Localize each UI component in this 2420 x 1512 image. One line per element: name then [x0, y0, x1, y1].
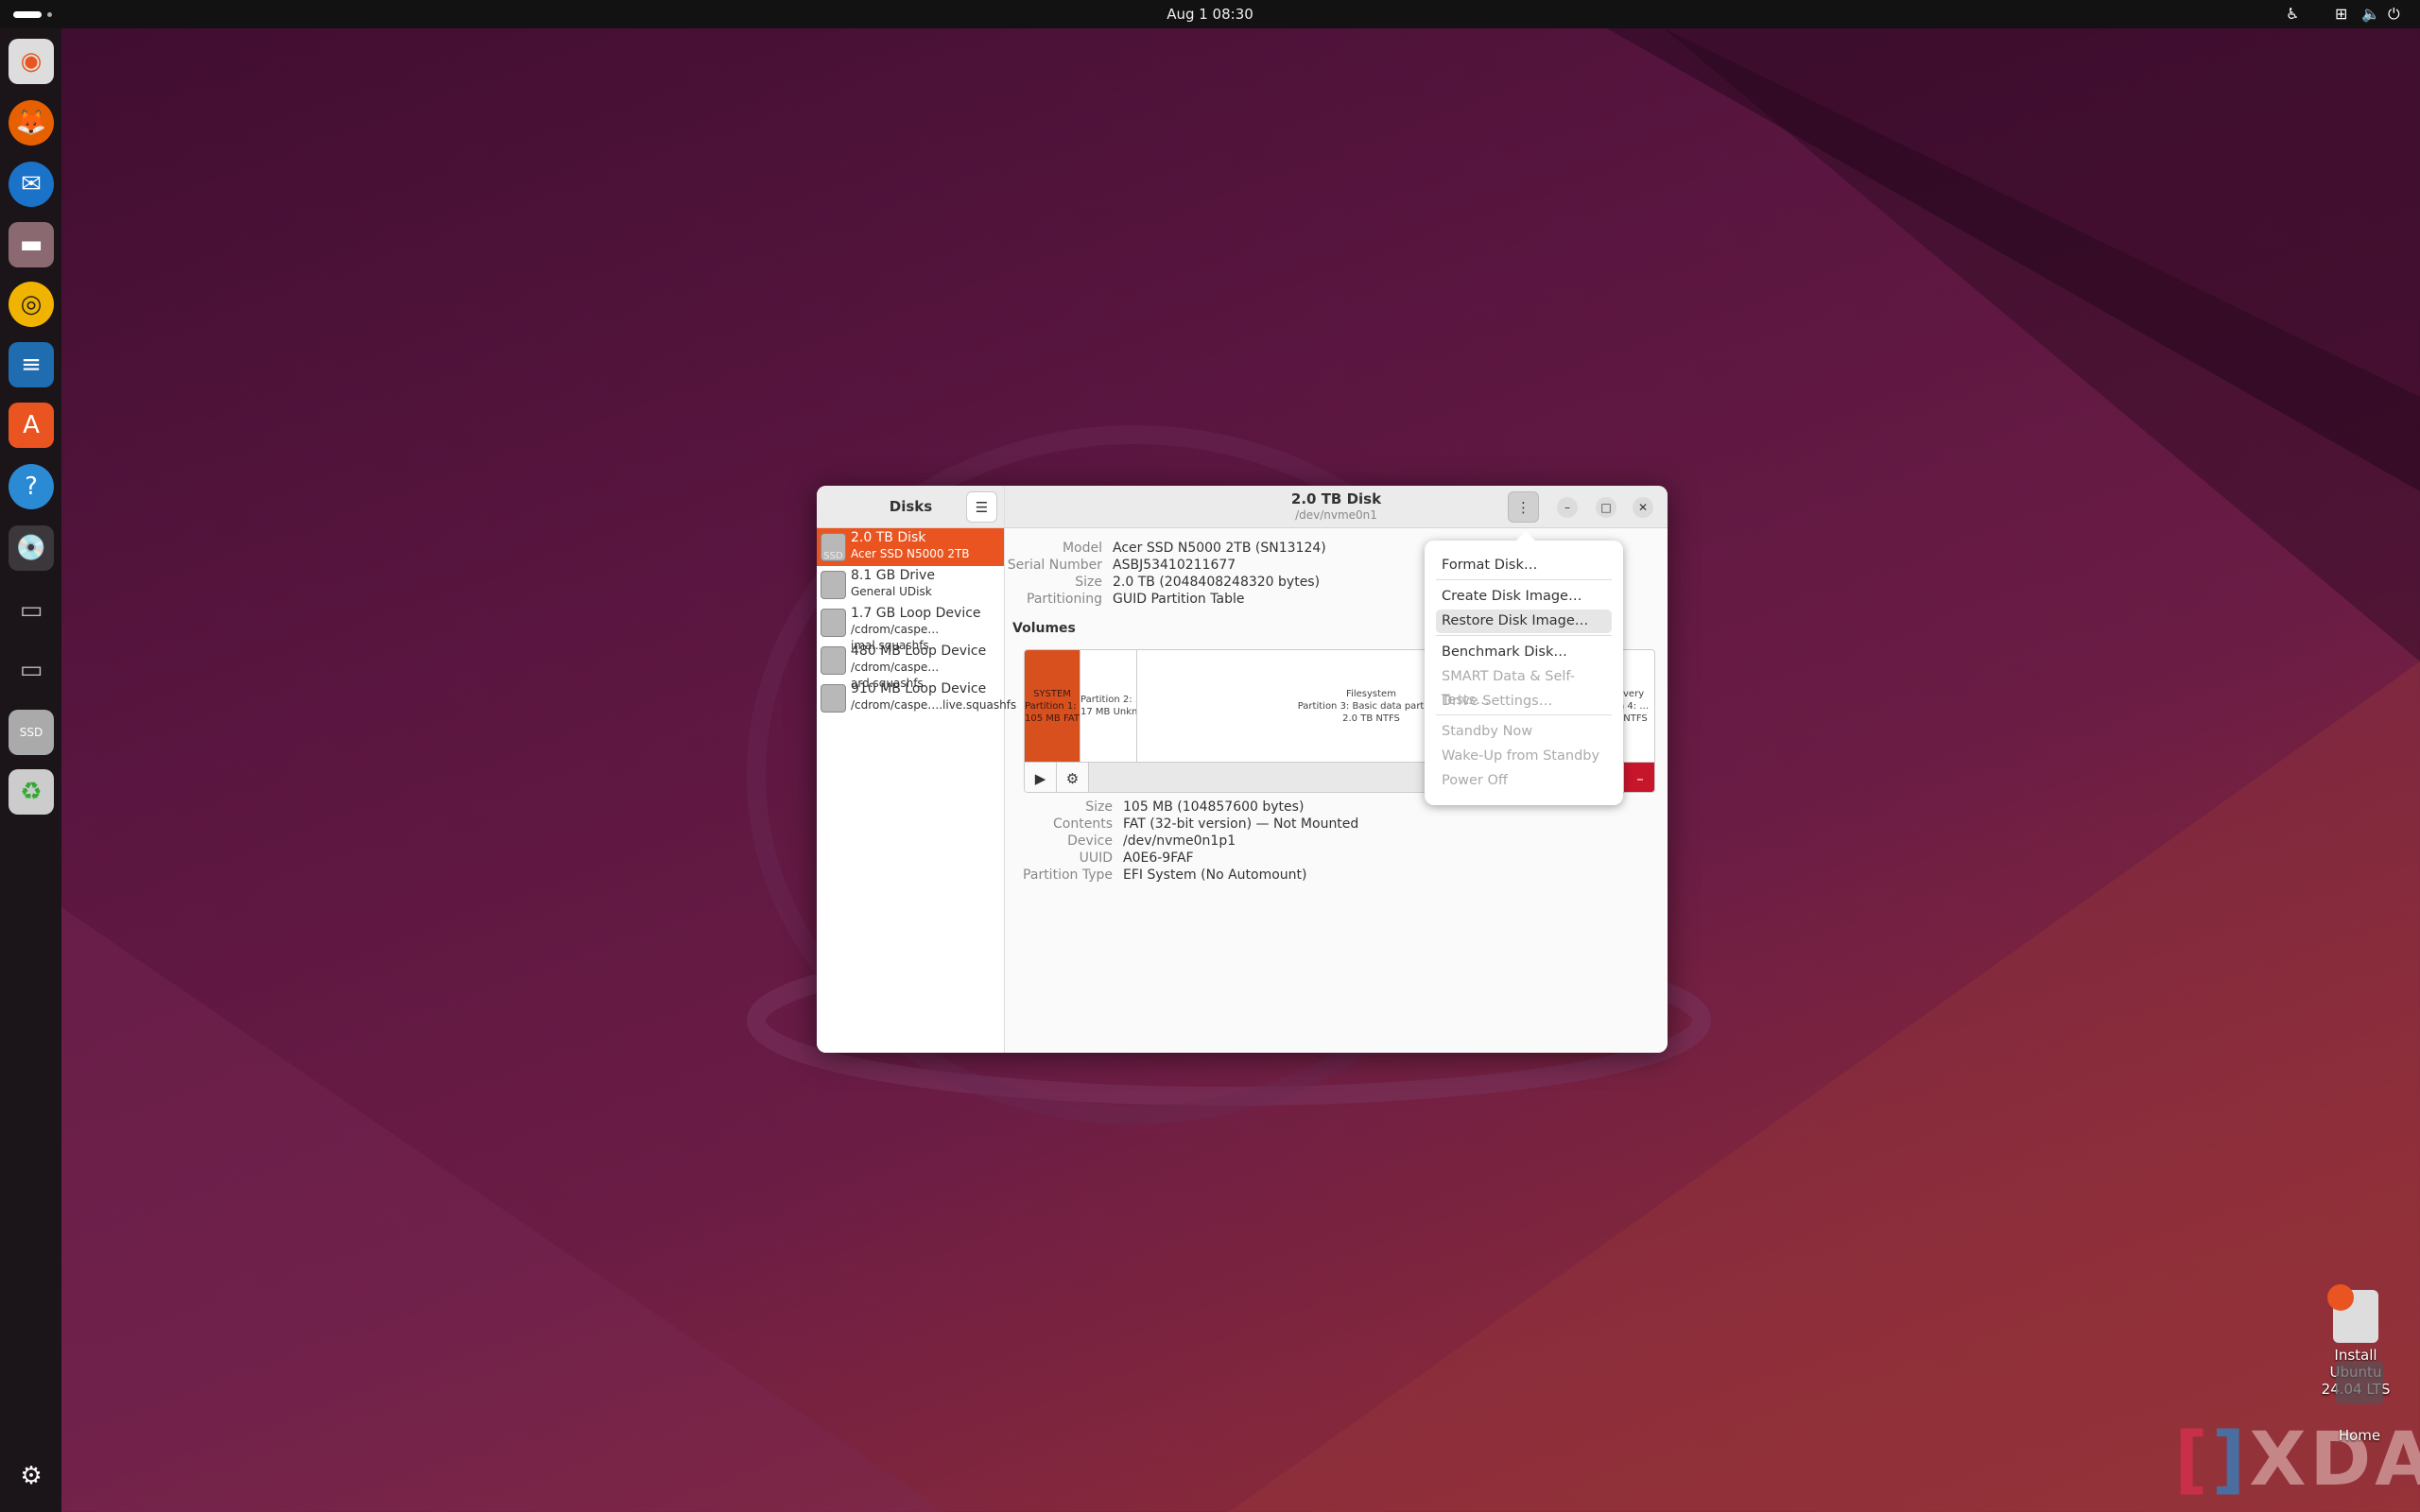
sidebar-header: Disks ☰ [817, 486, 1004, 528]
partition-settings-gear-button[interactable]: ⚙ [1057, 763, 1089, 792]
menu-item[interactable]: Benchmark Disk… [1436, 641, 1612, 664]
dock-files-icon[interactable]: ▬ [9, 222, 54, 267]
close-button[interactable]: ✕ [1633, 497, 1653, 518]
dock-help-icon[interactable]: ? [9, 464, 54, 509]
menu-item[interactable]: Format Disk… [1436, 554, 1612, 577]
header-bar: 2.0 TB Disk /dev/nvme0n1 ⋮ – □ ✕ [1005, 486, 1668, 528]
disk-subtitle: /cdrom/caspe….live.squashfs [851, 698, 1017, 712]
power-icon[interactable]: ⏻ [2388, 5, 2400, 24]
partition-name: Partition 1: E… [1025, 700, 1080, 712]
disk-list-item[interactable]: 480 MB Loop Device /cdrom/caspe… ard.squ… [817, 642, 1004, 690]
accessibility-icon[interactable]: ♿ [2286, 5, 2299, 23]
info-value: /dev/nvme0n1p1 [1123, 833, 1236, 849]
info-value: 105 MB (104857600 bytes) [1123, 799, 1305, 815]
dock-app-center-icon[interactable]: A [9, 403, 54, 448]
mount-play-button[interactable]: ▶ [1025, 763, 1057, 792]
disk-list-item[interactable]: 1.7 GB Loop Device /cdrom/caspe…imal.squ… [817, 604, 1004, 652]
info-value: A0E6-9FAF [1123, 850, 1194, 866]
info-row: Model Acer SSD N5000 2TB (SN13124) [827, 540, 1326, 557]
partition-block[interactable]: Partition 2: … 17 MB Unkn… [1080, 650, 1137, 762]
partition-label: SYSTEM [1033, 688, 1071, 699]
menu-item: Standby Now [1442, 724, 1533, 739]
info-row: Partition Type EFI System (No Automount) [827, 867, 1307, 884]
info-value: ASBJ53410211677 [1113, 558, 1236, 573]
info-row: Partitioning GUID Partition Table [827, 591, 1244, 608]
home-desktop-icon[interactable]: Home [2331, 1361, 2388, 1444]
minimize-button[interactable]: – [1557, 497, 1578, 518]
dock-trash-icon[interactable]: ♻ [9, 769, 54, 815]
info-row: Device /dev/nvme0n1p1 [827, 833, 1236, 850]
partition-block[interactable]: SYSTEM Partition 1: E… 105 MB FAT [1025, 650, 1080, 762]
dock: ◉ 🦊 ✉ ▬ ◎ ≡ A ? 💿 ▭ ▭ SSD ♻ ⚙ [0, 28, 61, 1512]
info-label: Size [1085, 799, 1113, 815]
clock[interactable]: Aug 1 08:30 [0, 6, 2420, 23]
info-row: UUID A0E6-9FAF [827, 850, 1194, 867]
dock-ubuntu-installer-icon[interactable]: ◉ [9, 39, 54, 84]
show-apps-icon[interactable]: ⚙ [9, 1453, 54, 1499]
menu-item: Drive Settings… [1442, 694, 1553, 709]
drive-options-button[interactable]: ⋮ [1508, 491, 1539, 523]
menu-item: Wake-Up from Standby [1442, 748, 1600, 764]
info-row: Contents FAT (32-bit version) — Not Moun… [827, 816, 1358, 833]
dock-rhythmbox-icon[interactable]: ◎ [9, 282, 54, 327]
info-label: Model [1062, 541, 1102, 556]
disk-list-item[interactable]: 910 MB Loop Device /cdrom/caspe….live.sq… [817, 679, 1017, 717]
info-row: Size 2.0 TB (2048408248320 bytes) [827, 574, 1320, 591]
menu-separator [1436, 714, 1612, 715]
drive-icon [821, 684, 846, 713]
hamburger-menu-button[interactable]: ☰ [966, 491, 997, 523]
menu-separator [1436, 635, 1612, 636]
partition-size: 105 MB FAT [1025, 713, 1080, 724]
info-label: Partition Type [1023, 868, 1113, 883]
volumes-heading: Volumes [1012, 621, 1076, 636]
dock-writer-icon[interactable]: ≡ [9, 342, 54, 387]
volume-icon[interactable]: 🔈 [2361, 5, 2380, 23]
maximize-button[interactable]: □ [1596, 497, 1616, 518]
delete-partition-button[interactable]: – [1624, 763, 1654, 792]
info-value: FAT (32-bit version) — Not Mounted [1123, 816, 1359, 832]
dock-firefox-icon[interactable]: 🦊 [9, 100, 54, 146]
info-value: GUID Partition Table [1113, 592, 1245, 607]
info-label: Size [1075, 575, 1102, 590]
menu-item[interactable]: Restore Disk Image… [1436, 610, 1612, 633]
home-folder-icon [2336, 1361, 2383, 1404]
drive-icon [821, 646, 846, 675]
dock-drive-icon[interactable]: ▭ [9, 647, 54, 693]
dock-thunderbird-icon[interactable]: ✉ [9, 162, 54, 207]
network-icon[interactable]: ⊞ [2335, 5, 2347, 23]
info-label: Serial Number [1007, 558, 1102, 573]
drive-icon [821, 609, 846, 637]
info-label: UUID [1079, 850, 1113, 866]
info-row: Serial Number ASBJ53410211677 [827, 557, 1236, 574]
partition-name: 17 MB Unkn… [1080, 707, 1137, 717]
info-row: Size 105 MB (104857600 bytes) [827, 799, 1304, 816]
installer-icon [2327, 1284, 2378, 1343]
menu-item: SMART Data & Self-Tests… [1442, 669, 1575, 708]
partition-label: Partition 2: … [1080, 695, 1136, 705]
disk-name: 480 MB Loop Device [851, 644, 987, 659]
menu-item[interactable]: Create Disk Image… [1436, 585, 1612, 609]
info-label: Partitioning [1027, 592, 1102, 607]
dock-ssd-icon[interactable]: SSD [9, 710, 54, 755]
disk-name: 1.7 GB Loop Device [851, 606, 981, 621]
menu-item: Power Off [1442, 773, 1508, 788]
info-label: Device [1067, 833, 1113, 849]
dock-drive-icon[interactable]: ▭ [9, 588, 54, 633]
top-bar: Aug 1 08:30 ♿ ⊞ 🔈 ⏻ [0, 0, 2420, 28]
info-value: EFI System (No Automount) [1123, 868, 1307, 883]
info-value: Acer SSD N5000 2TB (SN13124) [1113, 541, 1326, 556]
info-value: 2.0 TB (2048408248320 bytes) [1113, 575, 1321, 590]
disk-name: 910 MB Loop Device [851, 681, 987, 696]
dock-disks-icon[interactable]: 💿 [9, 525, 54, 571]
home-label: Home [2338, 1427, 2381, 1444]
info-label: Contents [1053, 816, 1113, 832]
menu-separator [1436, 579, 1612, 580]
drive-options-menu: Format Disk… Create Disk Image… Restore Di… [1425, 531, 1623, 805]
